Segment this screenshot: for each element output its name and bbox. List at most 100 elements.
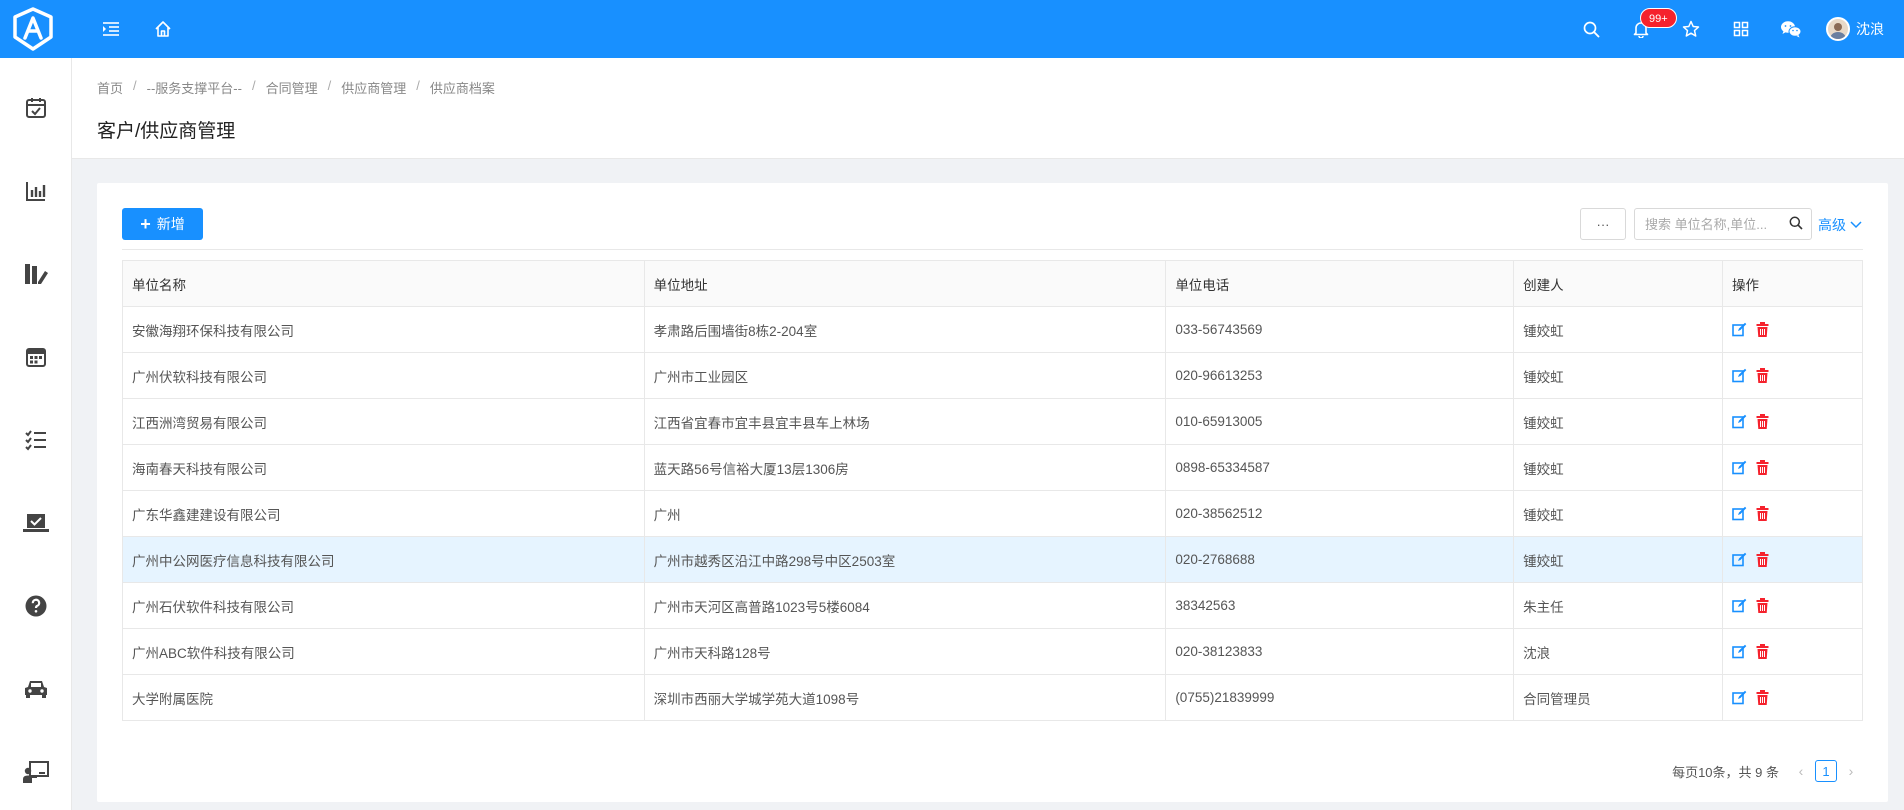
column-header-actions: 操作 <box>1722 260 1863 307</box>
sidebar-item-stats[interactable] <box>0 161 72 221</box>
delete-icon[interactable] <box>1756 458 1780 478</box>
advanced-label: 高级 <box>1818 217 1846 233</box>
home-icon[interactable] <box>137 0 189 58</box>
breadcrumb-contract[interactable]: 合同管理 <box>266 78 318 97</box>
page-number[interactable]: 1 <box>1815 760 1837 782</box>
apps-grid-icon[interactable] <box>1716 0 1766 58</box>
table-row[interactable]: 广州中公网医疗信息科技有限公司 广州市越秀区沿江中路298号中区2503室 020-… <box>122 536 1863 583</box>
cell-creator-link[interactable]: 朱主任 <box>1513 582 1724 629</box>
prev-page-icon[interactable]: ‹ <box>1791 763 1811 779</box>
add-button[interactable]: + 新增 <box>122 208 203 240</box>
table-row[interactable]: 广州石伏软件科技有限公司 广州市天河区高普路1023号5楼6084 38342563… <box>122 582 1863 629</box>
star-icon[interactable] <box>1666 0 1716 58</box>
cell-creator-link[interactable]: 锺姣虹 <box>1513 490 1724 537</box>
edit-icon[interactable] <box>1732 366 1756 386</box>
table-row[interactable]: 大学附属医院 深圳市西丽大学城学苑大道1098号 (0755)21839999 合同管… <box>122 674 1863 721</box>
chevron-down-icon <box>1850 221 1862 229</box>
delete-icon[interactable] <box>1756 642 1780 662</box>
breadcrumb-supplier[interactable]: 供应商管理 <box>341 78 406 97</box>
sidebar-item-checklist[interactable] <box>0 410 72 470</box>
cell-address: 深圳市西丽大学城学苑大道1098号 <box>643 674 1167 721</box>
delete-icon[interactable] <box>1756 550 1780 570</box>
delete-icon[interactable] <box>1756 412 1780 432</box>
cell-phone: 020-2768688 <box>1165 536 1515 583</box>
edit-icon[interactable] <box>1732 458 1756 478</box>
cell-creator-link[interactable]: 合同管理员 <box>1513 674 1724 721</box>
cell-actions <box>1722 398 1863 445</box>
edit-icon[interactable] <box>1732 504 1756 524</box>
sidebar-item-approval[interactable] <box>0 493 72 553</box>
cell-creator-link[interactable]: 沈浪 <box>1513 628 1724 675</box>
edit-icon[interactable] <box>1732 412 1756 432</box>
top-navbar: 99+ 沈浪 <box>0 0 1904 58</box>
notification-bell-icon[interactable]: 99+ <box>1616 0 1677 58</box>
task-check-icon <box>26 98 46 118</box>
breadcrumb-platform[interactable]: --服务支撑平台-- <box>147 78 242 97</box>
calendar-icon <box>26 348 46 367</box>
delete-icon[interactable] <box>1756 366 1780 386</box>
sidebar-item-calendar[interactable] <box>0 327 72 387</box>
column-header-address[interactable]: 单位地址 <box>643 260 1167 307</box>
sidebar-item-training[interactable] <box>0 742 72 802</box>
page-title: 客户/供应商管理 <box>97 121 236 142</box>
search-input[interactable] <box>1645 216 1781 232</box>
cell-address: 孝肃路后围墙街8栋2-204室 <box>643 306 1167 353</box>
table-row[interactable]: 海南春天科技有限公司 蓝天路56号信裕大厦13层1306房 0898-6533458… <box>122 444 1863 491</box>
delete-icon[interactable] <box>1756 320 1780 340</box>
edit-icon[interactable] <box>1732 550 1756 570</box>
sidebar-item-vehicles[interactable] <box>0 659 72 719</box>
cell-actions <box>1722 444 1863 491</box>
table-row[interactable]: 广州ABC软件科技有限公司 广州市天科路128号 020-38123833 沈浪 <box>122 628 1863 675</box>
cell-name: 广州中公网医疗信息科技有限公司 <box>122 536 645 583</box>
cell-creator-link[interactable]: 锺姣虹 <box>1513 352 1724 399</box>
column-header-creator[interactable]: 创建人 <box>1513 260 1724 307</box>
sidebar-item-help[interactable] <box>0 576 72 636</box>
page-header: 首页 / --服务支撑平台-- / 合同管理 / 供应商管理 / 供应商档案 客… <box>72 58 1904 159</box>
table-row[interactable]: 广东华鑫建建设有限公司 广州 020-38562512 锺姣虹 <box>122 490 1863 537</box>
sidebar-item-documents[interactable] <box>0 244 72 304</box>
cell-creator-link[interactable]: 锺姣虹 <box>1513 398 1724 445</box>
menu-fold-icon[interactable] <box>85 0 137 58</box>
wechat-icon[interactable] <box>1766 0 1816 58</box>
cell-creator-link[interactable]: 锺姣虹 <box>1513 536 1724 583</box>
more-button[interactable]: ··· <box>1580 208 1626 240</box>
app-logo-icon[interactable] <box>11 7 55 51</box>
advanced-search-toggle[interactable]: 高级 <box>1818 215 1862 235</box>
table-header-row: 单位名称 单位地址 单位电话 创建人 操作 <box>122 260 1863 307</box>
cell-creator-link[interactable]: 锺姣虹 <box>1513 444 1724 491</box>
next-page-icon[interactable]: › <box>1841 763 1861 779</box>
cell-address: 广州市越秀区沿江中路298号中区2503室 <box>643 536 1167 583</box>
cell-actions <box>1722 582 1863 629</box>
breadcrumb-home[interactable]: 首页 <box>97 78 123 97</box>
add-button-label: 新增 <box>156 216 185 232</box>
table-row[interactable]: 广州伏软科技有限公司 广州市工业园区 020-96613253 锺姣虹 <box>122 352 1863 399</box>
cell-name: 大学附属医院 <box>122 674 645 721</box>
content-card: + 新增 ··· 高级 单位名称 单位地址 单位电话 创建人 操作 安徽海翔环保… <box>97 183 1888 802</box>
cell-phone: (0755)21839999 <box>1165 674 1515 721</box>
teacher-icon <box>23 761 49 783</box>
edit-icon[interactable] <box>1732 596 1756 616</box>
edit-icon[interactable] <box>1732 320 1756 340</box>
cell-address: 蓝天路56号信裕大厦13层1306房 <box>643 444 1167 491</box>
search-icon[interactable] <box>1789 216 1803 233</box>
breadcrumb-current: 供应商档案 <box>429 81 495 96</box>
column-header-name[interactable]: 单位名称 <box>122 260 645 307</box>
user-menu[interactable]: 沈浪 <box>1816 0 1890 58</box>
supplier-table: 单位名称 单位地址 单位电话 创建人 操作 安徽海翔环保科技有限公司 孝肃路后围墙… <box>122 260 1863 721</box>
edit-icon[interactable] <box>1732 642 1756 662</box>
cell-address: 江西省宜春市宜丰县宜丰县车上林场 <box>643 398 1167 445</box>
sidebar-item-tasks[interactable] <box>0 78 72 138</box>
cell-creator-link[interactable]: 锺姣虹 <box>1513 306 1724 353</box>
delete-icon[interactable] <box>1756 688 1780 708</box>
cell-name: 安徽海翔环保科技有限公司 <box>122 306 645 353</box>
cell-actions <box>1722 674 1863 721</box>
pagination: 每页10条，共 9 条 ‹ 1 › <box>1672 760 1861 782</box>
delete-icon[interactable] <box>1756 504 1780 524</box>
list-check-icon <box>25 430 46 451</box>
table-row[interactable]: 安徽海翔环保科技有限公司 孝肃路后围墙街8栋2-204室 033-56743569 锺… <box>122 306 1863 353</box>
column-header-phone[interactable]: 单位电话 <box>1165 260 1515 307</box>
table-row[interactable]: 江西洲湾贸易有限公司 江西省宜春市宜丰县宜丰县车上林场 010-65913005 锺姣… <box>122 398 1863 445</box>
delete-icon[interactable] <box>1756 596 1780 616</box>
edit-icon[interactable] <box>1732 688 1756 708</box>
search-icon[interactable] <box>1566 0 1616 58</box>
